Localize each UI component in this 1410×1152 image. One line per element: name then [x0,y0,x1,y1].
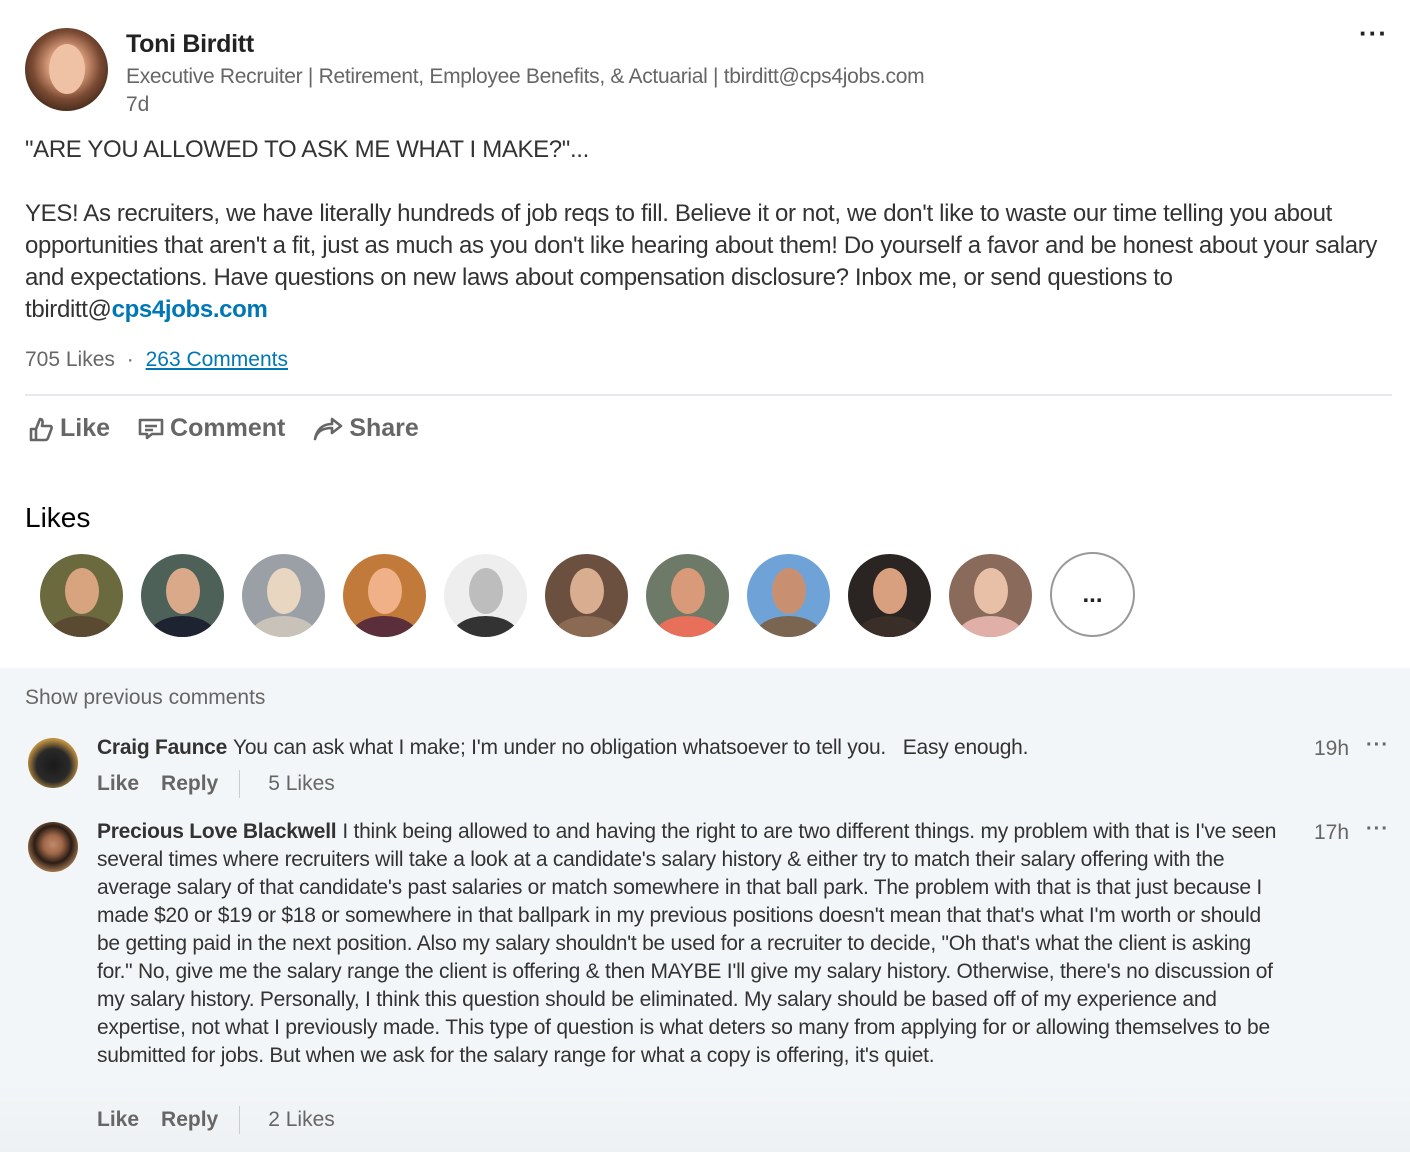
author-headline: Executive Recruiter | Retirement, Employ… [126,65,925,88]
comment-like-button[interactable]: Like [97,772,139,796]
liker-avatar[interactable] [40,554,123,637]
comment-text: I think being allowed to and having the … [97,820,1277,1067]
post-timestamp: 7d [126,93,150,116]
comment-likes-count[interactable]: 2 Likes [268,1108,335,1132]
liker-avatar[interactable] [545,554,628,637]
show-previous-comments-link[interactable]: Show previous comments [25,686,265,710]
social-counts: 705 Likes · 263 Comments [25,348,288,372]
post-text: YES! As recruiters, we have literally hu… [25,198,1395,326]
comment-actions: Like Reply 5 Likes [97,770,335,798]
commenter-avatar[interactable] [28,822,78,872]
liker-avatar[interactable] [343,554,426,637]
avatar-face [49,44,85,94]
comment-text-block: Precious Love Blackwell I think being all… [97,818,1277,1070]
divider [239,1106,241,1134]
post-card: Toni Birditt Executive Recruiter | Retir… [0,0,1410,668]
more-likers-button[interactable]: ... [1050,552,1135,637]
likes-count[interactable]: 705 Likes [25,348,115,371]
post-title: "ARE YOU ALLOWED TO ASK ME WHAT I MAKE?"… [25,136,589,163]
commenter-name[interactable]: Craig Faunce [97,736,227,759]
post-body: "ARE YOU ALLOWED TO ASK ME WHAT I MAKE?"… [25,134,1395,326]
post-email-link[interactable]: cps4jobs.com [112,296,268,323]
author-avatar[interactable] [25,28,108,111]
divider [25,394,1392,396]
liker-avatar[interactable] [141,554,224,637]
author-name[interactable]: Toni Birditt [126,30,254,59]
comment-reply-button[interactable]: Reply [161,772,218,796]
comment-likes-count[interactable]: 5 Likes [268,772,335,796]
commenter-avatar[interactable] [28,738,78,788]
comments-count-link[interactable]: 263 Comments [146,348,288,371]
like-label: Like [60,414,111,442]
comment-text-block: Craig Faunce You can ask what I make; I'm… [97,734,1277,762]
liker-avatar[interactable] [242,554,325,637]
comment-options-menu[interactable]: ··· [1366,818,1389,841]
like-button[interactable]: Like [28,414,110,443]
divider [239,770,241,798]
comment-timestamp: 17h [1314,821,1350,844]
comment-actions: Like Reply 2 Likes [97,1106,335,1134]
comments-section: Show previous comments Craig Faunce You c… [0,668,1410,1152]
liker-avatar[interactable] [444,554,527,637]
liker-avatar[interactable] [848,554,931,637]
comment-options-menu[interactable]: ··· [1366,734,1389,757]
liker-avatar[interactable] [646,554,729,637]
comment-text: You can ask what I make; I'm under no ob… [233,736,1029,759]
share-icon [313,417,343,441]
share-label: Share [349,414,419,442]
liker-avatar[interactable] [747,554,830,637]
comment-button[interactable]: Comment [138,414,285,443]
likers-list: ... [40,552,1135,637]
comment-reply-button[interactable]: Reply [161,1108,218,1132]
comment-label: Comment [170,414,286,442]
comment-icon [138,417,164,441]
comment-timestamp: 19h [1314,737,1350,760]
liker-avatar[interactable] [949,554,1032,637]
comment-like-button[interactable]: Like [97,1108,139,1132]
thumbs-up-icon [28,416,54,442]
post-actions: Like Comment Share [28,414,419,443]
share-button[interactable]: Share [313,414,419,443]
post-options-menu[interactable]: ··· [1359,18,1388,49]
likes-heading: Likes [25,502,91,533]
commenter-name[interactable]: Precious Love Blackwell [97,820,337,843]
separator-dot: · [126,348,134,371]
